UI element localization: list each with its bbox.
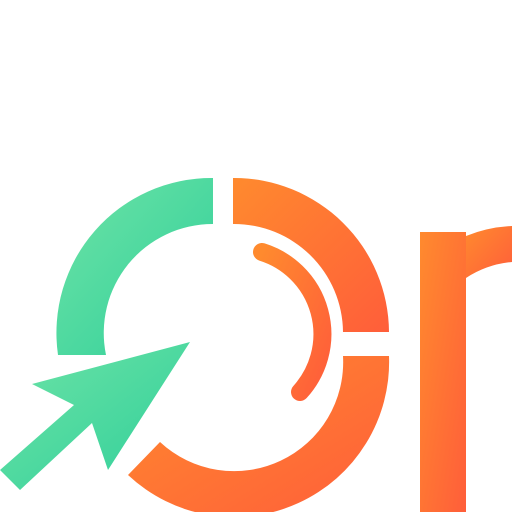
logo-container	[0, 0, 512, 512]
inner-accent-arc	[253, 243, 332, 401]
letter-p-bowl	[466, 226, 512, 278]
letter-p-stem	[420, 232, 466, 512]
logo-mark	[0, 177, 512, 512]
orange-ring-bottom-segment	[128, 356, 390, 512]
green-ring-segment	[56, 177, 213, 355]
